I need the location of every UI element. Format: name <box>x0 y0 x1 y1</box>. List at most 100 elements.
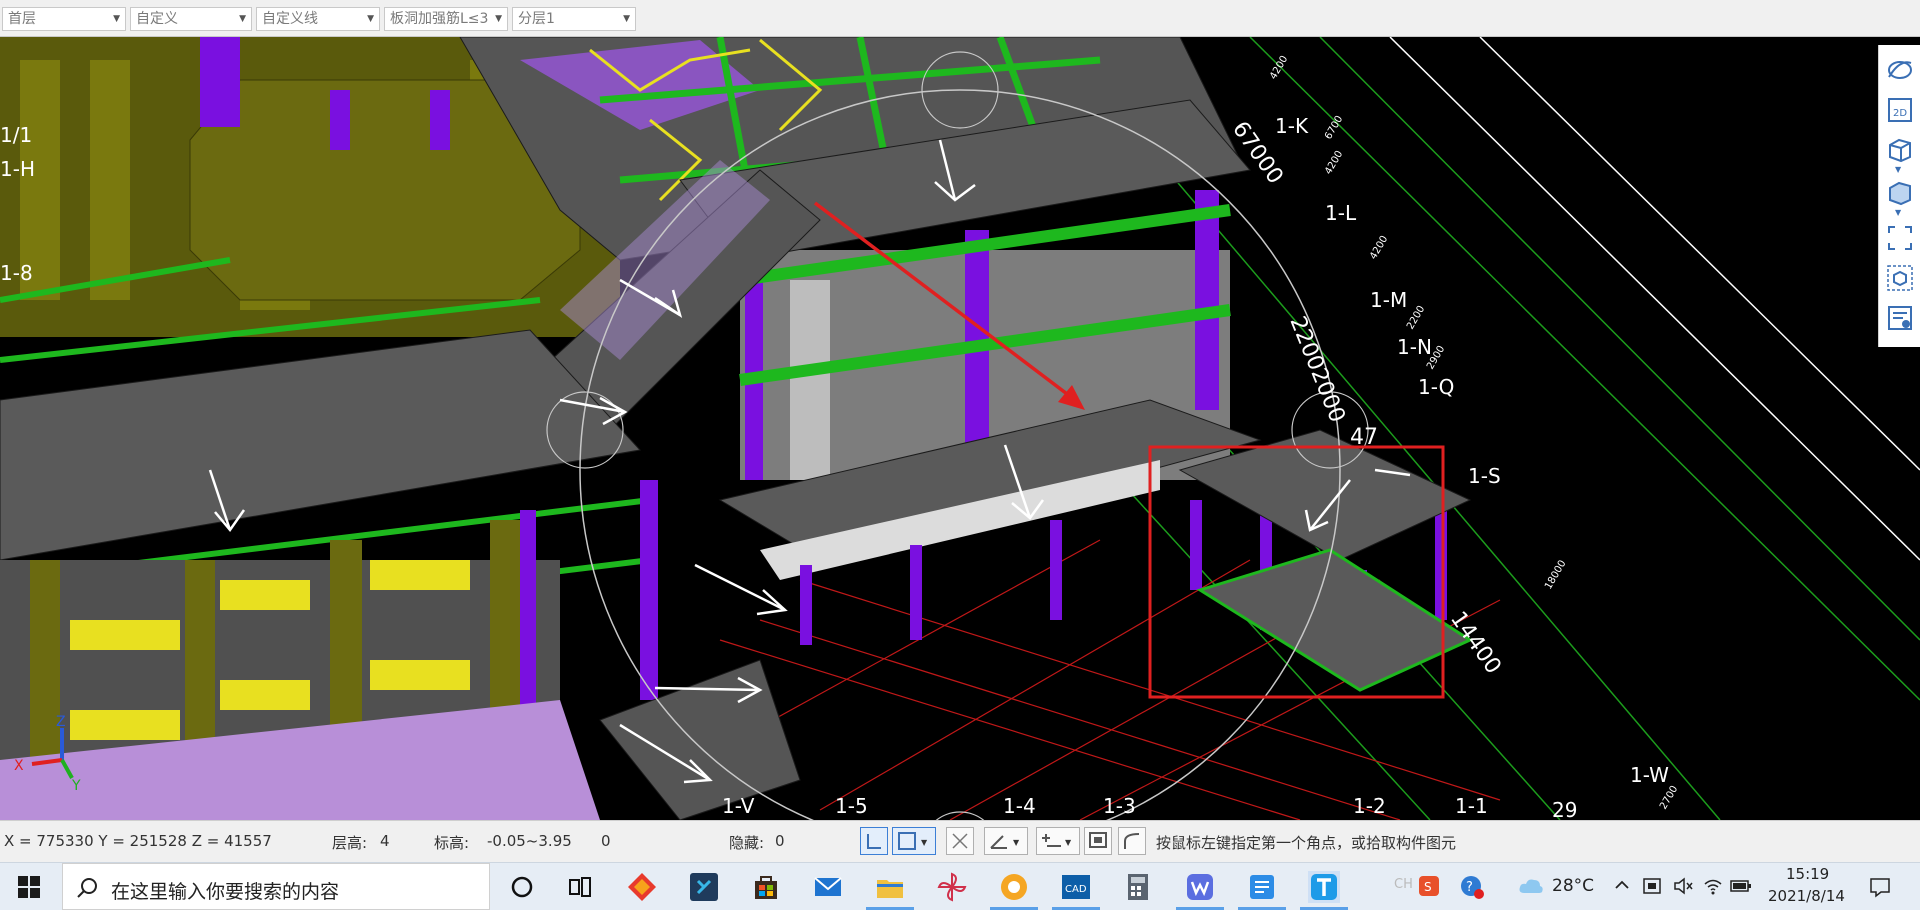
file-explorer-icon[interactable] <box>874 871 906 903</box>
dimension-label: 47 <box>1350 425 1378 450</box>
purple-column <box>330 90 350 150</box>
3d-viewport[interactable]: Z X Y 1-K 1-L 1-M 1-N 1-Q 1-S 1-W 1-5 1-… <box>0 37 1920 820</box>
windows-start-icon[interactable] <box>18 876 40 898</box>
arc-icon <box>1124 833 1140 849</box>
orthogonal-toggle-button[interactable] <box>860 827 888 855</box>
visual-studio-icon[interactable] <box>688 871 720 903</box>
sogou-icon[interactable]: S <box>1418 875 1440 897</box>
chevron-down-icon: ▼ <box>113 14 120 24</box>
elevation-label: 标高: <box>434 834 470 852</box>
layer-panel-icon[interactable] <box>1885 303 1915 333</box>
select-mode-button[interactable]: ▼ <box>892 827 936 855</box>
dimension-label: 2200 <box>1405 304 1427 332</box>
component-view-icon[interactable] <box>1885 263 1915 293</box>
taskbar-search-box[interactable]: 在这里输入你要搜索的内容 <box>62 863 490 910</box>
dimension-label: 22002000 <box>1284 313 1349 426</box>
component-select-value: 自定义线 <box>262 11 318 27</box>
weather-cloud-icon[interactable] <box>1518 877 1544 895</box>
chevron-down-icon[interactable]: ▼ <box>1895 208 1901 217</box>
2d-view-icon[interactable]: 2D <box>1885 95 1915 125</box>
elevation-value: -0.05~3.95 <box>487 832 572 850</box>
display-settings-button[interactable] <box>1084 827 1112 855</box>
cross-snap-button[interactable] <box>946 827 974 855</box>
axis-x-label: X <box>14 758 24 774</box>
clock-time[interactable]: 15:19 <box>1786 865 1829 883</box>
floor-height-value: 4 <box>380 832 390 850</box>
grid-label: 1-8 <box>0 261 33 285</box>
layer-select[interactable]: 分层1 ▼ <box>512 7 636 31</box>
weather-temperature[interactable]: 28°C <box>1552 876 1594 896</box>
3d-view-icon[interactable] <box>1885 135 1915 165</box>
battery-icon[interactable] <box>1730 877 1752 895</box>
layer-select-value: 分层1 <box>518 11 555 27</box>
ime-indicator[interactable]: CH <box>1394 877 1413 892</box>
dimension-label: 2700 <box>1658 784 1680 812</box>
clock-date[interactable]: 2021/8/14 <box>1768 887 1845 905</box>
dimension-label: 4200 <box>1323 149 1345 177</box>
cad-label: CAD <box>1065 884 1087 895</box>
pinwheel-app-icon[interactable] <box>936 871 968 903</box>
calculator-icon[interactable] <box>1122 871 1154 903</box>
chevron-down-icon[interactable]: ▼ <box>1895 165 1901 174</box>
chevron-down-icon: ▼ <box>239 14 246 24</box>
grid-label: 1-4 <box>1003 794 1036 818</box>
chevron-down-icon: ▼ <box>495 14 502 24</box>
category-select[interactable]: 自定义 ▼ <box>130 7 252 31</box>
grid-label: 1-5 <box>835 794 868 818</box>
offset-icon: ▼ <box>1042 834 1072 847</box>
volume-muted-icon[interactable] <box>1672 875 1694 897</box>
chevron-up-icon[interactable] <box>1614 877 1630 893</box>
grid-label: 1-3 <box>1103 794 1136 818</box>
mail-icon[interactable] <box>812 871 844 903</box>
task-view-icon[interactable] <box>564 871 596 903</box>
chevron-down-icon: ▼ <box>623 14 630 24</box>
select-box-icon: ▼ <box>898 832 928 850</box>
coordinates-readout: X = 775330 Y = 251528 Z = 41557 <box>4 832 272 850</box>
cross-icon <box>952 833 968 849</box>
rebar-type-select[interactable]: 板洞加强筋L≤3 ▼ <box>384 7 508 31</box>
browser-icon[interactable] <box>998 871 1030 903</box>
floor-select[interactable]: 首层 ▼ <box>2 7 126 31</box>
t-app-icon[interactable] <box>1308 871 1340 903</box>
pavilion-base <box>1196 548 1474 692</box>
dimension-label: 18000 <box>1543 558 1568 591</box>
hidden-label: 隐藏: <box>729 834 765 852</box>
fullscreen-icon[interactable] <box>1885 223 1915 253</box>
lower-roof-slab <box>0 329 641 561</box>
grid-label: 1-K <box>1275 114 1309 138</box>
bottom-slab <box>599 659 801 820</box>
store-bag-icon[interactable] <box>750 871 782 903</box>
hidden-value: 0 <box>775 832 785 850</box>
model-drawing: Z X Y 1-K 1-L 1-M 1-N 1-Q 1-S 1-W 1-5 1-… <box>0 37 1920 820</box>
display-mode-icon[interactable] <box>1885 178 1915 208</box>
help-alert-icon[interactable]: ? <box>1460 875 1484 899</box>
status-bar: X = 775330 Y = 251528 Z = 41557 层高: 4 标高… <box>0 820 1920 862</box>
ortho-icon <box>867 834 881 849</box>
app-diamond-icon[interactable] <box>626 871 658 903</box>
top-toolbar: 首层 ▼ 自定义 ▼ 自定义线 ▼ 板洞加强筋L≤3 ▼ 分层1 ▼ <box>0 0 1920 37</box>
cad-app-icon[interactable]: CAD <box>1060 871 1092 903</box>
grid-label: 1-M <box>1370 288 1407 312</box>
wifi-icon[interactable] <box>1702 875 1724 897</box>
notification-icon[interactable] <box>1868 875 1892 899</box>
axis-z-label: Z <box>56 714 66 730</box>
offset-tool-button[interactable]: ▼ <box>1036 827 1080 855</box>
cortana-icon[interactable] <box>506 871 538 903</box>
form-app-icon[interactable] <box>1246 871 1278 903</box>
angle-tool-button[interactable]: ▼ <box>984 827 1028 855</box>
grid-label: 1-W <box>1630 763 1669 787</box>
grid-label: 1-S <box>1468 464 1501 488</box>
chevron-down-icon: ▼ <box>367 14 374 24</box>
device-icon[interactable] <box>1642 875 1664 897</box>
dynamic-observe-icon[interactable] <box>1885 55 1915 85</box>
arc-tool-button[interactable] <box>1118 827 1146 855</box>
grid-label: 1-Q <box>1418 375 1454 399</box>
grid-label: 1/1 <box>0 123 32 147</box>
status-zero: 0 <box>601 832 611 850</box>
floor-height-label: 层高: <box>332 834 368 852</box>
wps-office-icon[interactable] <box>1184 871 1216 903</box>
grid-label: 1-N <box>1397 335 1432 359</box>
grid-label: 1-L <box>1325 201 1357 225</box>
grid-label: 1-V <box>722 794 755 818</box>
component-select[interactable]: 自定义线 ▼ <box>256 7 380 31</box>
